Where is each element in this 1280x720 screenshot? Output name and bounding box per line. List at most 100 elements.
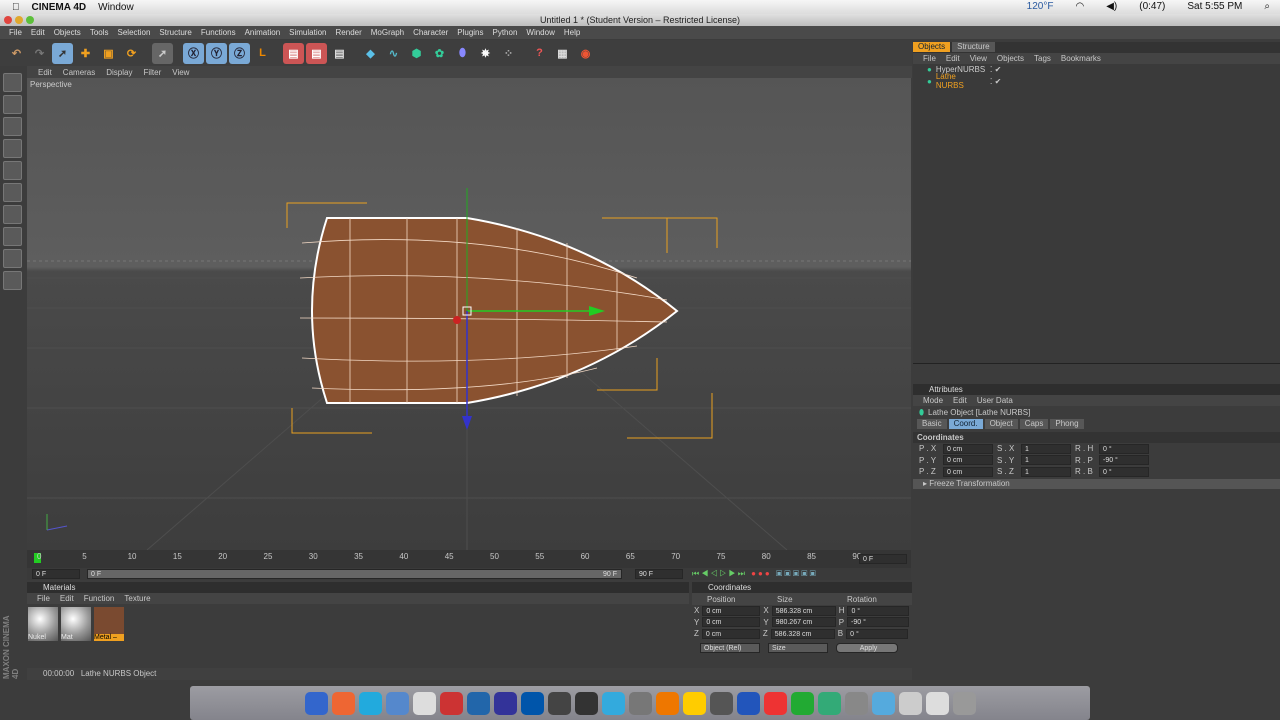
cube-icon[interactable]: ◆	[360, 43, 381, 64]
materials-menu-file[interactable]: File	[37, 594, 50, 603]
materials-menu-function[interactable]: Function	[84, 594, 115, 603]
objects-menu-file[interactable]: File	[923, 54, 936, 63]
scale-icon[interactable]: ▣	[98, 43, 119, 64]
dock-app-icon[interactable]	[304, 691, 328, 715]
menu-simulation[interactable]: Simulation	[289, 28, 326, 37]
menu-selection[interactable]: Selection	[118, 28, 151, 37]
array-icon[interactable]: ✿	[429, 43, 450, 64]
end-frame-field[interactable]: 90 F	[635, 569, 683, 579]
visibility-toggle[interactable]: ⁚ ✔	[990, 65, 1001, 74]
layout-icon[interactable]: ▦	[552, 43, 573, 64]
dock-app-icon[interactable]	[466, 691, 490, 715]
menu-plugins[interactable]: Plugins	[457, 28, 483, 37]
position-field[interactable]: 0 cm	[702, 617, 761, 628]
edges-mode-icon[interactable]	[3, 183, 22, 202]
size-field[interactable]: 586.328 cm	[770, 628, 835, 639]
attributes-menu-edit[interactable]: Edit	[953, 396, 967, 405]
tab-objects[interactable]: Objects	[913, 42, 951, 52]
attr-tab-coord[interactable]: Coord.	[948, 419, 983, 429]
objects-menu-edit[interactable]: Edit	[946, 54, 960, 63]
3d-viewport[interactable]: Perspective	[27, 78, 911, 550]
tab-structure[interactable]: Structure	[952, 42, 995, 52]
menu-edit[interactable]: Edit	[31, 28, 45, 37]
attr-tab-caps[interactable]: Caps	[1019, 419, 1049, 429]
menu-file[interactable]: File	[9, 28, 22, 37]
model-mode-icon[interactable]	[3, 73, 22, 92]
attr-tab-basic[interactable]: Basic	[917, 419, 947, 429]
attribute-field[interactable]: 1	[1021, 455, 1071, 466]
attribute-field[interactable]: 1	[1021, 443, 1071, 454]
attribute-field[interactable]: 0 cm	[943, 466, 993, 477]
materials-menu-edit[interactable]: Edit	[60, 594, 74, 603]
recent-tool-icon[interactable]: ➚	[152, 42, 173, 64]
render-settings-icon[interactable]: ▤	[329, 43, 350, 64]
attribute-field[interactable]: 0 cm	[943, 455, 993, 466]
dock-app-icon[interactable]	[385, 691, 409, 715]
app-menu[interactable]: CINEMA 4D	[32, 2, 87, 13]
axis-mode-icon[interactable]	[3, 139, 22, 158]
dock-app-icon[interactable]	[574, 691, 598, 715]
menu-animation[interactable]: Animation	[245, 28, 281, 37]
battery[interactable]: (0:47)	[1139, 1, 1165, 12]
freeze-transformation-toggle[interactable]: ▸ Freeze Transformation	[913, 478, 1280, 489]
environment-icon[interactable]: ✵	[475, 43, 496, 64]
dock-app-icon[interactable]	[358, 691, 382, 715]
position-field[interactable]: 0 cm	[701, 628, 760, 639]
window-menu[interactable]: Window	[98, 2, 134, 13]
close-button[interactable]	[4, 16, 12, 24]
dock-app-icon[interactable]	[331, 691, 355, 715]
playback-buttons[interactable]: ⏮◀◁▷▶⏭ ●●● ▣▣▣▣▣	[692, 569, 818, 579]
menu-render[interactable]: Render	[336, 28, 362, 37]
sphere-icon[interactable]: ◉	[575, 43, 596, 64]
start-frame-field[interactable]: 0 F	[32, 569, 80, 579]
attribute-field[interactable]: 1	[1021, 466, 1071, 477]
render-view-icon[interactable]: ▤	[283, 42, 304, 64]
volume-icon[interactable]: ◀)	[1106, 1, 1117, 12]
attribute-field[interactable]: 0 °	[1099, 466, 1149, 477]
viewport-menu-cameras[interactable]: Cameras	[63, 68, 95, 77]
dock-app-icon[interactable]	[655, 691, 679, 715]
viewport-menu-filter[interactable]: Filter	[143, 68, 161, 77]
dock-app-icon[interactable]	[601, 691, 625, 715]
dock-app-icon[interactable]	[736, 691, 760, 715]
material-swatch[interactable]: Metal –	[94, 607, 124, 641]
object-item[interactable]: ● Lathe NURBS ⁚ ✔	[913, 72, 1280, 90]
dock-app-icon[interactable]	[439, 691, 463, 715]
points-mode-icon[interactable]	[3, 161, 22, 180]
viewport-menu-edit[interactable]: Edit	[38, 68, 52, 77]
menu-mograph[interactable]: MoGraph	[371, 28, 404, 37]
y-axis-lock-icon[interactable]: Ⓨ	[206, 42, 227, 64]
redo-icon[interactable]: ↷	[29, 43, 50, 64]
rotation-field[interactable]: -90 °	[847, 617, 910, 628]
menu-help[interactable]: Help	[564, 28, 580, 37]
dock-app-icon[interactable]	[628, 691, 652, 715]
material-swatch[interactable]: Mat	[61, 607, 91, 641]
attributes-menu-user-data[interactable]: User Data	[977, 396, 1013, 405]
workplane-icon[interactable]	[3, 227, 22, 246]
wifi-icon[interactable]: ◠	[1075, 1, 1084, 12]
dock-app-icon[interactable]	[547, 691, 571, 715]
attribute-field[interactable]: 0 °	[1099, 443, 1149, 454]
spline-icon[interactable]: ∿	[383, 43, 404, 64]
menu-python[interactable]: Python	[493, 28, 518, 37]
deformer-icon[interactable]: ⬮	[452, 43, 473, 64]
viewport-menu-display[interactable]: Display	[106, 68, 132, 77]
menu-character[interactable]: Character	[413, 28, 448, 37]
dock-app-icon[interactable]	[412, 691, 436, 715]
coord-mode-dropdown[interactable]: Object (Rel)	[700, 642, 760, 653]
nurbs-icon[interactable]: ⬢	[406, 43, 427, 64]
menu-tools[interactable]: Tools	[90, 28, 109, 37]
dock-app-icon[interactable]	[493, 691, 517, 715]
dock-app-icon[interactable]	[790, 691, 814, 715]
camera-icon[interactable]: ⁘	[498, 43, 519, 64]
z-axis-lock-icon[interactable]: Ⓩ	[229, 42, 250, 64]
spotlight-icon[interactable]: ⌕	[1264, 1, 1270, 12]
snap-icon[interactable]	[3, 249, 22, 268]
dock-app-icon[interactable]	[898, 691, 922, 715]
position-field[interactable]: 0 cm	[702, 605, 761, 616]
attribute-field[interactable]: 0 cm	[943, 443, 993, 454]
attr-tab-object[interactable]: Object	[984, 419, 1018, 429]
dock-app-icon[interactable]	[763, 691, 787, 715]
material-swatch[interactable]: Nukel	[28, 607, 58, 641]
object-mode-icon[interactable]	[3, 95, 22, 114]
